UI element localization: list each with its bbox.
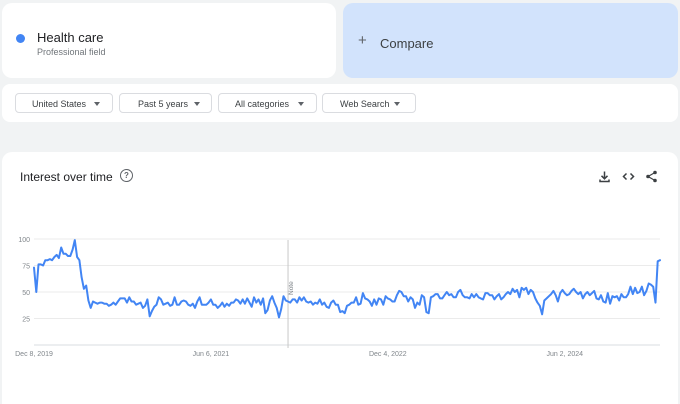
plus-icon: +	[358, 32, 367, 49]
filter-bar: United States Past 5 years All categorie…	[2, 84, 678, 122]
compare-button[interactable]: + Compare	[343, 3, 678, 78]
x-tick-label: Dec 8, 2019	[15, 351, 53, 358]
search-term-card[interactable]: Health care Professional field	[2, 3, 336, 78]
interest-line-chart: 25 50 75 100 Dec 8, 2019 Jun 6, 2021 Dec 4, 2…	[15, 237, 661, 358]
time-range-filter-dropdown[interactable]: Past 5 years	[119, 93, 212, 113]
y-axis-ticks: 25 50 75 100	[18, 237, 30, 324]
y-tick-label: 25	[22, 317, 30, 324]
x-tick-label: Dec 4, 2022	[369, 351, 407, 358]
x-tick-label: Jun 6, 2021	[193, 351, 230, 358]
grid-lines	[34, 238, 660, 346]
series-layer	[33, 239, 661, 319]
chevron-down-icon	[394, 102, 400, 106]
category-filter-label: All categories	[235, 99, 290, 109]
series-line	[33, 239, 661, 319]
y-tick-label: 100	[18, 237, 30, 244]
region-filter-label: United States	[32, 99, 87, 109]
search-term-name: Health care	[37, 30, 104, 45]
interest-over-time-card: Interest over time ? 25 50 75 100 Dec 8, 20…	[2, 152, 678, 404]
region-filter-dropdown[interactable]: United States	[15, 93, 113, 113]
annotation-label: Note	[288, 281, 295, 295]
search-term-subtitle: Professional field	[37, 47, 106, 57]
y-tick-label: 75	[22, 264, 30, 271]
category-filter-dropdown[interactable]: All categories	[218, 93, 317, 113]
series-color-dot	[16, 34, 25, 43]
x-axis-ticks: Dec 8, 2019 Jun 6, 2021 Dec 4, 2022 Jun 2, …	[15, 351, 583, 358]
y-tick-label: 50	[22, 290, 30, 297]
chevron-down-icon	[298, 102, 304, 106]
annotation-layer: Note	[287, 240, 295, 348]
search-type-filter-label: Web Search	[340, 99, 390, 109]
search-type-filter-dropdown[interactable]: Web Search	[322, 93, 416, 113]
x-tick-label: Jun 2, 2024	[546, 351, 583, 358]
chevron-down-icon	[94, 102, 100, 106]
compare-label: Compare	[380, 36, 434, 51]
chevron-down-icon	[194, 102, 200, 106]
time-range-filter-label: Past 5 years	[138, 99, 189, 109]
